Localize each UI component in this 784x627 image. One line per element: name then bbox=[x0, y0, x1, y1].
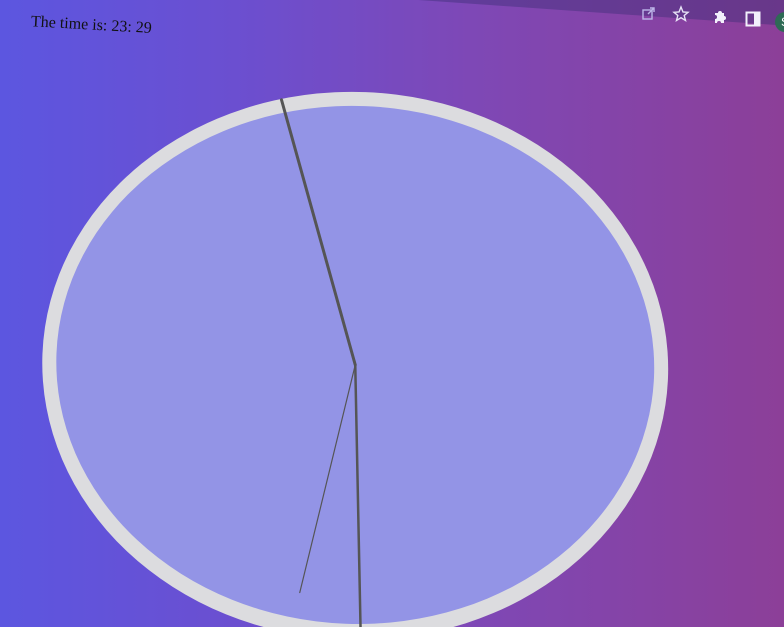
page-content: The time is: 23: 29 bbox=[0, 0, 783, 627]
extensions-puzzle-icon[interactable] bbox=[711, 8, 729, 26]
clock-hands bbox=[279, 98, 362, 627]
share-icon-glyph bbox=[642, 7, 655, 20]
hour-hand bbox=[279, 98, 357, 367]
side-panel-glyph bbox=[745, 11, 761, 27]
extensions-puzzle-glyph bbox=[715, 11, 726, 23]
minute-hand bbox=[354, 363, 362, 627]
bookmark-star-glyph bbox=[672, 5, 690, 23]
second-hand bbox=[299, 364, 356, 594]
share-icon[interactable] bbox=[640, 4, 658, 22]
side-panel-icon[interactable] bbox=[744, 10, 762, 28]
bookmark-star-icon[interactable] bbox=[672, 5, 690, 23]
